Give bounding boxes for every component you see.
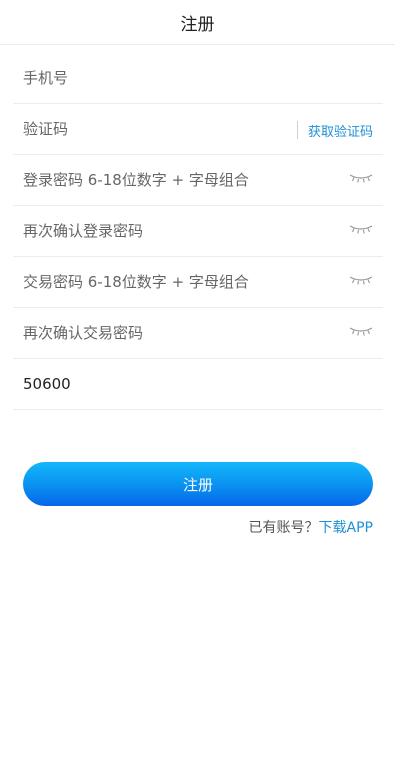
register-button[interactable]: 注册	[23, 462, 373, 506]
download-app-link[interactable]: 下载APP	[319, 520, 373, 536]
get-code-wrap: 获取验证码	[296, 119, 373, 141]
trade-password-confirm-row	[13, 308, 383, 359]
invite-code-input[interactable]	[13, 369, 323, 399]
get-code-button[interactable]: 获取验证码	[308, 121, 373, 140]
phone-row	[13, 53, 383, 104]
trade-password-row	[13, 257, 383, 308]
eye-closed-icon[interactable]	[349, 172, 373, 186]
verification-code-input[interactable]	[13, 114, 323, 144]
login-password-input[interactable]	[13, 165, 323, 195]
phone-input[interactable]	[13, 63, 323, 93]
page-header: 注册	[0, 0, 395, 45]
invite-code-row	[13, 359, 383, 410]
login-password-confirm-row	[13, 206, 383, 257]
trade-password-input[interactable]	[13, 267, 323, 297]
divider	[296, 121, 298, 139]
eye-closed-icon[interactable]	[349, 223, 373, 237]
footer-links: 已有账号？下载APP	[249, 517, 373, 537]
login-password-confirm-input[interactable]	[13, 216, 323, 246]
eye-closed-icon[interactable]	[349, 325, 373, 339]
eye-closed-icon[interactable]	[349, 274, 373, 288]
have-account-text: 已有账号？	[248, 520, 319, 536]
login-password-row	[13, 155, 383, 206]
trade-password-confirm-input[interactable]	[13, 318, 323, 348]
page-title: 注册	[180, 14, 215, 35]
register-form: 获取验证码	[13, 53, 383, 410]
code-row: 获取验证码	[13, 104, 383, 155]
